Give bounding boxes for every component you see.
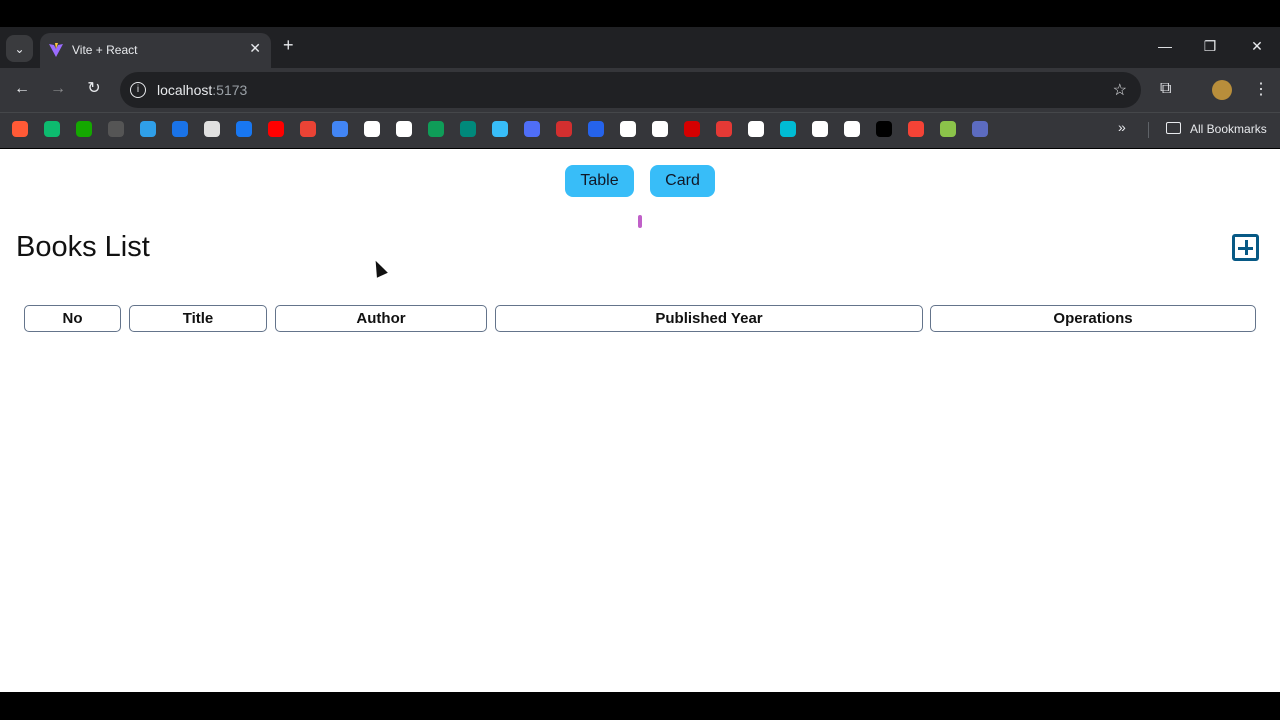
- card-view-button[interactable]: Card: [650, 165, 715, 197]
- bookmark-icon[interactable]: [108, 121, 124, 137]
- column-header-no: No: [24, 305, 121, 332]
- all-bookmarks-label[interactable]: All Bookmarks: [1190, 122, 1267, 136]
- back-arrow-icon[interactable]: ←: [11, 78, 33, 100]
- browser-tab-vite[interactable]: Vite + React ✕: [40, 33, 271, 68]
- bookmark-icon[interactable]: [524, 121, 540, 137]
- bookmark-icon[interactable]: [236, 121, 252, 137]
- tab-strip: ⌄ Vite + React ✕ + — ❐ ✕: [0, 27, 1280, 68]
- app-page: Table Card Books List No Title Author Pu…: [0, 149, 1280, 692]
- bookmarks-bar: » All Bookmarks: [0, 112, 1280, 148]
- bookmark-icon[interactable]: [332, 121, 348, 137]
- bookmark-icon[interactable]: [972, 121, 988, 137]
- loading-indicator: [638, 215, 642, 228]
- bookmark-icon[interactable]: [44, 121, 60, 137]
- minimize-icon[interactable]: —: [1155, 35, 1175, 57]
- bookmark-icon[interactable]: [12, 121, 28, 137]
- bookmark-icon[interactable]: [460, 121, 476, 137]
- bookmarks-divider: [1148, 122, 1149, 138]
- bookmark-icon[interactable]: [428, 121, 444, 137]
- browser-chrome: ⌄ Vite + React ✕ + — ❐ ✕ ← → ↻ i localho…: [0, 27, 1280, 148]
- tab-title: Vite + React: [72, 43, 138, 57]
- mouse-cursor: [370, 258, 388, 278]
- bookmark-icon[interactable]: [396, 121, 412, 137]
- folder-icon[interactable]: [1166, 122, 1181, 134]
- extensions-puzzle-icon[interactable]: ⧉: [1160, 80, 1171, 98]
- bookmark-icon[interactable]: [684, 121, 700, 137]
- column-header-operations: Operations: [930, 305, 1256, 332]
- bookmark-icon[interactable]: [940, 121, 956, 137]
- bookmark-icon[interactable]: [492, 121, 508, 137]
- bookmark-icon[interactable]: [812, 121, 828, 137]
- bookmark-icon[interactable]: [140, 121, 156, 137]
- bookmark-icon[interactable]: [716, 121, 732, 137]
- screen-frame: ⌄ Vite + React ✕ + — ❐ ✕ ← → ↻ i localho…: [0, 0, 1280, 720]
- bookmark-icon[interactable]: [908, 121, 924, 137]
- table-view-button[interactable]: Table: [565, 165, 634, 197]
- bookmark-icon[interactable]: [876, 121, 892, 137]
- profile-avatar[interactable]: [1212, 80, 1232, 100]
- add-book-plus-icon[interactable]: [1232, 234, 1259, 261]
- page-title: Books List: [16, 231, 150, 263]
- bookmark-star-icon[interactable]: ☆: [1113, 80, 1127, 100]
- column-header-title: Title: [129, 305, 267, 332]
- url-host: localhost: [157, 82, 213, 98]
- bookmark-icon[interactable]: [364, 121, 380, 137]
- tab-search-icon[interactable]: ⌄: [6, 35, 33, 62]
- column-header-author: Author: [275, 305, 487, 332]
- new-tab-plus-icon[interactable]: +: [283, 35, 301, 57]
- bookmark-icon[interactable]: [204, 121, 220, 137]
- browser-menu-icon[interactable]: ⋮: [1253, 79, 1269, 99]
- window-close-icon[interactable]: ✕: [1247, 35, 1267, 57]
- bookmark-icon[interactable]: [748, 121, 764, 137]
- bookmark-icon[interactable]: [76, 121, 92, 137]
- tab-close-icon[interactable]: ✕: [249, 40, 261, 57]
- bookmark-icon[interactable]: [620, 121, 636, 137]
- bookmark-icon[interactable]: [780, 121, 796, 137]
- url-text: localhost:5173: [157, 82, 247, 98]
- site-info-icon[interactable]: i: [130, 82, 146, 98]
- browser-toolbar: ← → ↻ i localhost:5173 ☆ ⧉ ⋮: [0, 68, 1280, 112]
- restore-icon[interactable]: ❐: [1200, 35, 1220, 57]
- column-header-published-year: Published Year: [495, 305, 923, 332]
- bookmark-icon[interactable]: [172, 121, 188, 137]
- address-bar[interactable]: i localhost:5173 ☆: [120, 72, 1141, 108]
- bookmark-icon[interactable]: [300, 121, 316, 137]
- bookmark-icon[interactable]: [268, 121, 284, 137]
- forward-arrow-icon[interactable]: →: [47, 78, 69, 100]
- bookmark-icon[interactable]: [556, 121, 572, 137]
- vite-logo-icon: [49, 43, 63, 57]
- bookmark-icon[interactable]: [652, 121, 668, 137]
- url-port: :5173: [212, 82, 248, 98]
- reload-icon[interactable]: ↻: [83, 78, 105, 100]
- bookmark-icon[interactable]: [588, 121, 604, 137]
- bookmarks-overflow-icon[interactable]: »: [1118, 119, 1126, 135]
- bookmark-icon[interactable]: [844, 121, 860, 137]
